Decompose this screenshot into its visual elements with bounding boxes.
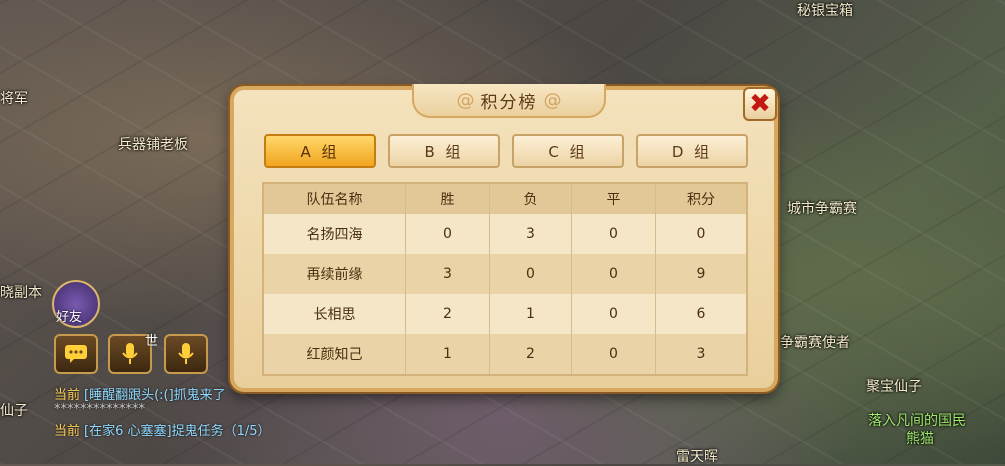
world-label-weapon-shop[interactable]: 兵器铺老板 bbox=[118, 134, 188, 154]
wins-cell: 3 bbox=[406, 254, 490, 294]
draws-cell: 0 bbox=[572, 334, 656, 374]
column-header-losses: 负 bbox=[490, 184, 572, 214]
chat-message[interactable]: [睡醒翻跟头(:(]抓鬼来了 bbox=[84, 388, 226, 403]
column-header-wins: 胜 bbox=[406, 184, 490, 214]
team-name-cell: 名扬四海 bbox=[264, 214, 406, 254]
team-name-cell: 红颜知己 bbox=[264, 334, 406, 374]
table-row: 再续前缘 3 0 0 9 bbox=[264, 254, 746, 294]
chat-line: ************** bbox=[54, 402, 145, 417]
tab-group-d[interactable]: D 组 bbox=[636, 134, 748, 168]
losses-cell: 1 bbox=[490, 294, 572, 334]
close-button[interactable]: ✖ bbox=[743, 87, 777, 121]
chat-message: ************** bbox=[54, 402, 145, 417]
losses-cell: 3 bbox=[490, 214, 572, 254]
panel-title: 积分榜 bbox=[480, 92, 538, 113]
points-cell: 9 bbox=[696, 266, 706, 282]
points-cell: 6 bbox=[696, 306, 706, 322]
column-header-team: 队伍名称 bbox=[264, 184, 406, 214]
column-header-points: 积分 bbox=[687, 192, 715, 208]
standings-table: 队伍名称 胜 负 平 积分 名扬四海 0 3 0 0 再续前缘 3 0 0 9 … bbox=[262, 182, 748, 376]
world-label-general[interactable]: 将军 bbox=[0, 88, 28, 108]
world-label-contest-envoy[interactable]: 争霸赛使者 bbox=[780, 332, 850, 352]
draws-cell: 0 bbox=[572, 294, 656, 334]
world-label-fairy[interactable]: 仙子 bbox=[0, 400, 28, 420]
world-label-bottom-right[interactable]: 落入凡间的国民 bbox=[868, 410, 966, 430]
microphone-icon bbox=[122, 343, 138, 364]
voice-world-label: 世 bbox=[144, 334, 158, 349]
world-label-bottom-center[interactable]: 雷天晖 bbox=[676, 446, 718, 466]
chat-button[interactable] bbox=[54, 334, 98, 374]
tab-group-c[interactable]: C 组 bbox=[512, 134, 624, 168]
table-row: 长相思 2 1 0 6 bbox=[264, 294, 746, 334]
team-name-cell: 长相思 bbox=[264, 294, 406, 334]
wins-cell: 1 bbox=[406, 334, 490, 374]
wins-cell: 2 bbox=[406, 294, 490, 334]
tab-group-a[interactable]: A 组 bbox=[264, 134, 376, 168]
tab-group-b[interactable]: B 组 bbox=[388, 134, 500, 168]
table-header-row: 队伍名称 胜 负 平 积分 bbox=[264, 184, 746, 214]
world-label-city-contest[interactable]: 城市争霸赛 bbox=[787, 198, 857, 218]
column-header-draws: 平 bbox=[572, 184, 656, 214]
leaderboard-panel: @ 积分榜 @ A 组 B 组 C 组 D 组 队伍名称 胜 负 平 积分 名扬… bbox=[230, 84, 778, 392]
friend-label: 好友 bbox=[56, 310, 83, 325]
ornament-swirl-icon: @ bbox=[456, 89, 475, 111]
chat-message[interactable]: [在家6 心塞塞]捉鬼任务（1/5） bbox=[84, 424, 270, 439]
close-icon: ✖ bbox=[749, 89, 771, 119]
chat-channel-tag: 当前 bbox=[54, 388, 81, 403]
world-label-dawn-dungeon[interactable]: 晓副本 bbox=[0, 282, 42, 302]
microphone-icon bbox=[178, 343, 194, 364]
losses-cell: 0 bbox=[490, 254, 572, 294]
chat-bubble-icon bbox=[65, 345, 87, 363]
voice-world-button[interactable]: 世 bbox=[108, 334, 158, 374]
table-row: 名扬四海 0 3 0 0 bbox=[264, 214, 746, 254]
draws-cell: 0 bbox=[572, 214, 656, 254]
panel-title-bar: @ 积分榜 @ bbox=[412, 84, 606, 118]
world-label-bottom-right-sub[interactable]: 熊猫 bbox=[906, 428, 934, 448]
wins-cell: 0 bbox=[406, 214, 490, 254]
voice-team-button[interactable] bbox=[164, 334, 208, 374]
ornament-swirl-icon: @ bbox=[543, 89, 562, 111]
draws-cell: 0 bbox=[572, 254, 656, 294]
team-name-cell: 再续前缘 bbox=[264, 254, 406, 294]
chat-line[interactable]: 当前 [在家6 心塞塞]捉鬼任务（1/5） bbox=[54, 420, 271, 439]
losses-cell: 2 bbox=[490, 334, 572, 374]
chat-channel-tag: 当前 bbox=[54, 424, 81, 439]
chat-line[interactable]: 当前 [睡醒翻跟头(:(]抓鬼来了 bbox=[54, 384, 226, 403]
table-row: 红颜知己 1 2 0 3 bbox=[264, 334, 746, 374]
points-cell: 3 bbox=[696, 346, 706, 362]
points-cell: 0 bbox=[696, 226, 706, 242]
world-label-treasure-fairy[interactable]: 聚宝仙子 bbox=[866, 376, 922, 396]
world-label-treasure[interactable]: 秘银宝箱 bbox=[797, 0, 853, 20]
